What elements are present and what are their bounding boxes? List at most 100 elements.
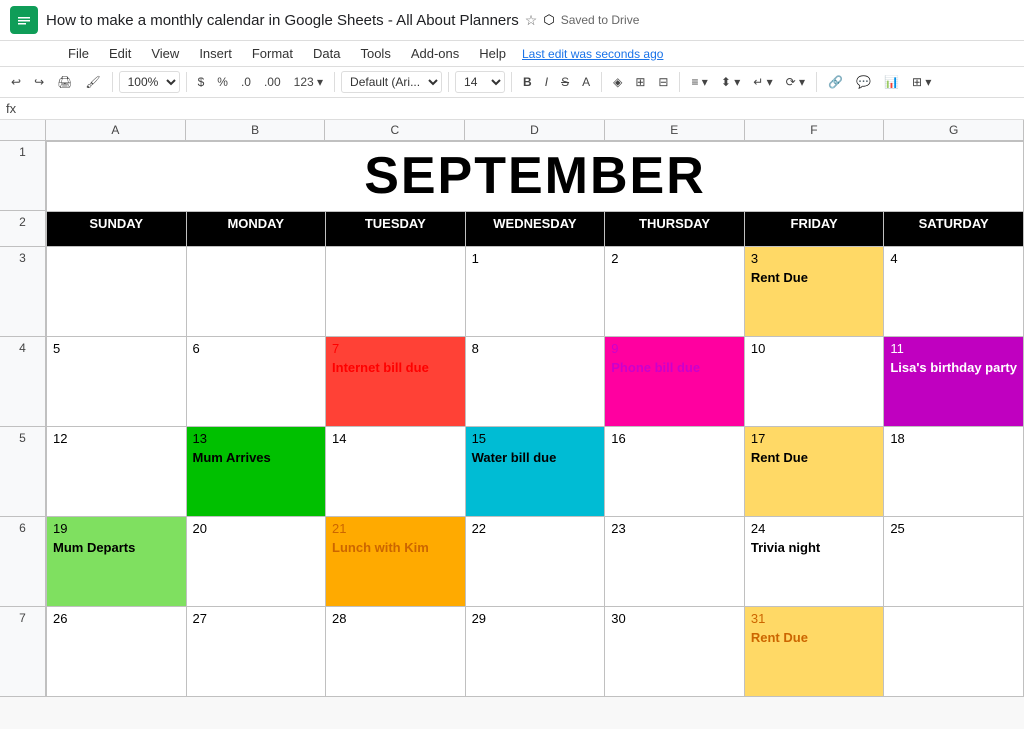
saved-text: Saved to Drive: [561, 13, 640, 27]
cell-sept-31[interactable]: 31 Rent Due: [744, 607, 883, 697]
cell-blank-end[interactable]: [884, 607, 1024, 697]
cell-sept-4[interactable]: 4: [884, 247, 1024, 337]
valign-btn[interactable]: ⬍ ▾: [716, 73, 745, 91]
rotate-btn[interactable]: ⟳ ▾: [781, 73, 810, 91]
cell-blank-3[interactable]: [326, 247, 466, 337]
italic-btn[interactable]: I: [540, 73, 553, 91]
font-select[interactable]: Default (Ari...: [341, 71, 442, 93]
menu-help[interactable]: Help: [471, 43, 514, 64]
col-header-e[interactable]: E: [605, 120, 745, 140]
cell-sept-2[interactable]: 2: [605, 247, 745, 337]
cell-sept-17[interactable]: 17 Rent Due: [744, 427, 883, 517]
corner-cell: [0, 120, 46, 140]
cell-blank-1[interactable]: [47, 247, 187, 337]
menu-insert[interactable]: Insert: [191, 43, 240, 64]
bold-btn[interactable]: B: [518, 73, 537, 91]
filter-btn[interactable]: ⊞ ▾: [907, 73, 936, 91]
star-icon[interactable]: ☆: [525, 12, 538, 29]
event-water-bill: Water bill due: [472, 450, 599, 465]
cell-sept-30[interactable]: 30: [605, 607, 745, 697]
day-3-num: 3: [751, 251, 877, 266]
cell-sept-20[interactable]: 20: [186, 517, 326, 607]
align-btn[interactable]: ≡ ▾: [686, 73, 712, 91]
cell-sept-11[interactable]: 11 Lisa's birthday party: [884, 337, 1024, 427]
col-header-g[interactable]: G: [884, 120, 1024, 140]
row-num-1: 1: [0, 141, 45, 211]
wrap-btn[interactable]: ↵ ▾: [748, 73, 777, 91]
cell-sept-1[interactable]: 1: [465, 247, 605, 337]
day-11-num: 11: [890, 341, 1017, 356]
cell-blank-2[interactable]: [186, 247, 326, 337]
menu-data[interactable]: Data: [305, 43, 348, 64]
menu-view[interactable]: View: [143, 43, 187, 64]
paint-format-btn[interactable]: 🖌: [80, 73, 105, 91]
day-23-num: 23: [611, 521, 738, 536]
cell-sept-6[interactable]: 6: [186, 337, 326, 427]
row-numbers: 1 2 3 4 5 6 7: [0, 141, 46, 697]
col-header-b[interactable]: B: [186, 120, 326, 140]
formula-bar: fx: [0, 98, 1024, 120]
cell-sept-8[interactable]: 8: [465, 337, 605, 427]
textcolor-btn[interactable]: A: [577, 73, 595, 91]
print-btn[interactable]: 🖨: [52, 73, 77, 91]
cell-sept-15[interactable]: 15 Water bill due: [465, 427, 605, 517]
borders-btn[interactable]: ⊞: [630, 73, 650, 91]
cell-sept-7[interactable]: 7 Internet bill due: [326, 337, 466, 427]
day-2-num: 2: [611, 251, 738, 266]
fillcolor-btn[interactable]: ◈: [608, 73, 627, 91]
cell-sept-16[interactable]: 16: [605, 427, 745, 517]
day-27-num: 27: [193, 611, 320, 626]
comment-btn[interactable]: 💬: [851, 73, 876, 91]
row-num-2: 2: [0, 211, 45, 247]
cell-sept-10[interactable]: 10: [744, 337, 883, 427]
col-header-a[interactable]: A: [46, 120, 186, 140]
cell-sept-28[interactable]: 28: [326, 607, 466, 697]
col-header-f[interactable]: F: [745, 120, 885, 140]
cell-sept-12[interactable]: 12: [47, 427, 187, 517]
percent-btn[interactable]: %: [212, 73, 233, 91]
menu-addons[interactable]: Add-ons: [403, 43, 467, 64]
cell-sept-21[interactable]: 21 Lunch with Kim: [326, 517, 466, 607]
day-16-num: 16: [611, 431, 738, 446]
cell-sept-23[interactable]: 23: [605, 517, 745, 607]
day-10-num: 10: [751, 341, 877, 356]
menu-tools[interactable]: Tools: [352, 43, 398, 64]
cell-sept-9[interactable]: 9 Phone bill due: [605, 337, 745, 427]
decimal0-btn[interactable]: .0: [236, 73, 256, 91]
calendar-row-5: 26 27 28 29 30 31 Rent Due: [47, 607, 1024, 697]
cell-sept-24[interactable]: 24 Trivia night: [744, 517, 883, 607]
cell-sept-14[interactable]: 14: [326, 427, 466, 517]
format123-btn[interactable]: 123 ▾: [289, 73, 328, 91]
cell-sept-18[interactable]: 18: [884, 427, 1024, 517]
cell-sept-19[interactable]: 19 Mum Departs: [47, 517, 187, 607]
link-btn[interactable]: 🔗: [823, 73, 848, 91]
merge-btn[interactable]: ⊟: [653, 73, 673, 91]
redo-btn[interactable]: ↪: [29, 73, 49, 91]
doc-title: How to make a monthly calendar in Google…: [46, 12, 519, 29]
menu-format[interactable]: Format: [244, 43, 301, 64]
strikethrough-btn[interactable]: S: [556, 73, 574, 91]
fontsize-select[interactable]: 14: [455, 71, 505, 93]
cell-sept-26[interactable]: 26: [47, 607, 187, 697]
cell-sept-3[interactable]: 3 Rent Due: [744, 247, 883, 337]
day-24-num: 24: [751, 521, 877, 536]
cell-sept-22[interactable]: 22: [465, 517, 605, 607]
decimal00-btn[interactable]: .00: [259, 73, 286, 91]
cell-sept-13[interactable]: 13 Mum Arrives: [186, 427, 326, 517]
cell-sept-29[interactable]: 29: [465, 607, 605, 697]
col-header-d[interactable]: D: [465, 120, 605, 140]
cell-sept-25[interactable]: 25: [884, 517, 1024, 607]
col-header-c[interactable]: C: [325, 120, 465, 140]
row-num-4: 4: [0, 337, 45, 427]
undo-btn[interactable]: ↩: [6, 73, 26, 91]
chart-btn[interactable]: 📊: [879, 73, 904, 91]
cell-sept-5[interactable]: 5: [47, 337, 187, 427]
zoom-select[interactable]: 100%: [119, 71, 180, 93]
cell-sept-27[interactable]: 27: [186, 607, 326, 697]
divider1: [112, 72, 113, 92]
currency-btn[interactable]: $: [193, 73, 210, 91]
title-row: SEPTEMBER: [47, 142, 1024, 212]
last-edit-text[interactable]: Last edit was seconds ago: [522, 47, 663, 61]
menu-edit[interactable]: Edit: [101, 43, 139, 64]
menu-file[interactable]: File: [60, 43, 97, 64]
